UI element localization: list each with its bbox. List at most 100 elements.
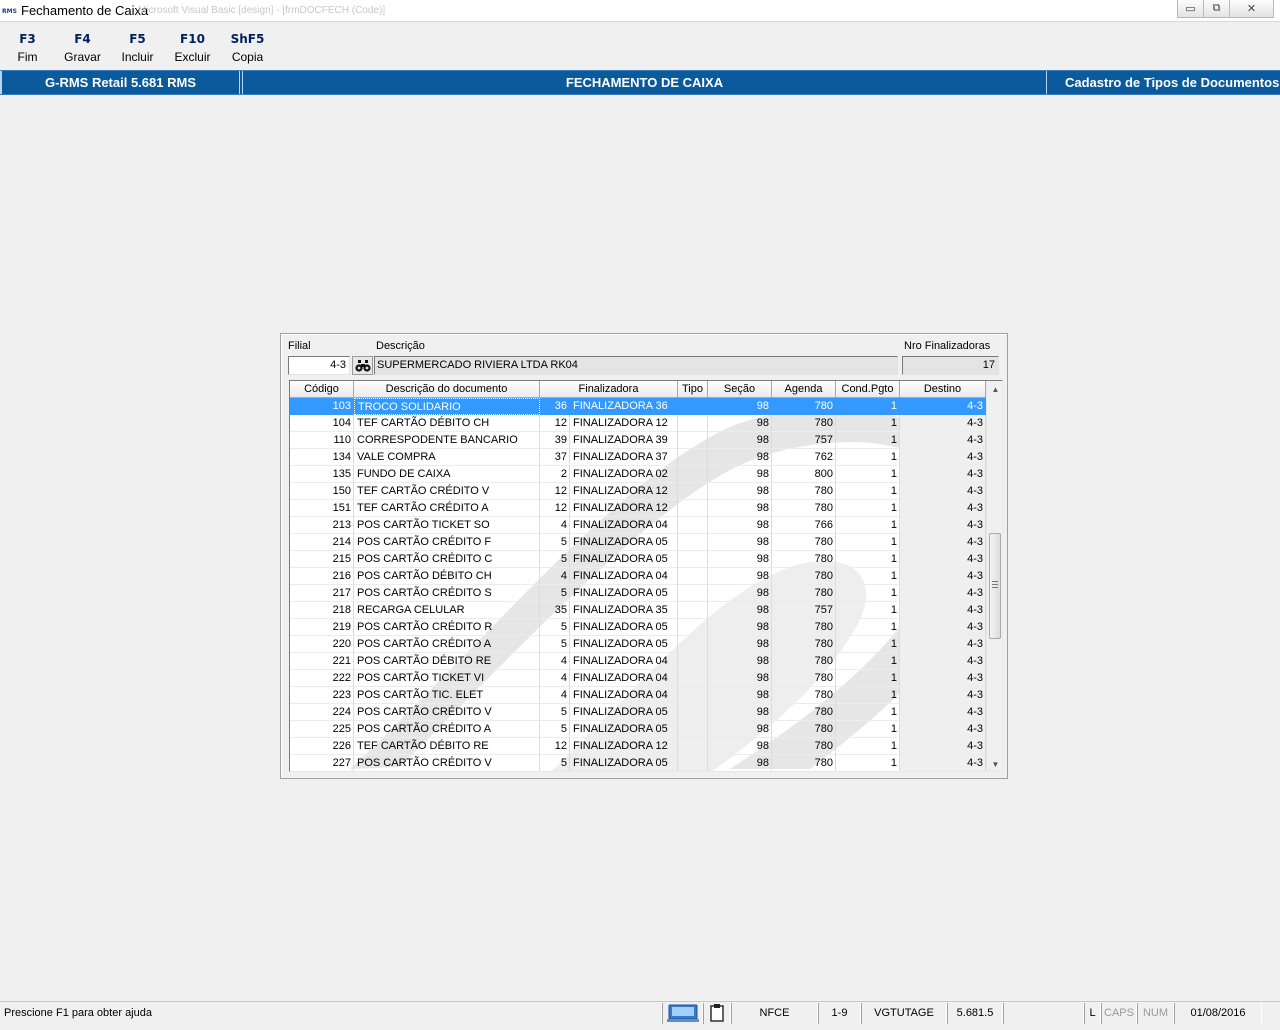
- cell-destino[interactable]: 4-3: [900, 721, 986, 738]
- cell-secao[interactable]: 98: [708, 466, 772, 483]
- cell-tipo[interactable]: [678, 483, 708, 500]
- cell-destino[interactable]: 4-3: [900, 500, 986, 517]
- table-row[interactable]: 223 POS CARTÃO TIC. ELET 4 FINALIZADORA 04 9…: [290, 687, 986, 704]
- cell-descricao[interactable]: POS CARTÃO TICKET SO: [354, 517, 540, 534]
- cell-destino[interactable]: 4-3: [900, 415, 986, 432]
- cell-descricao[interactable]: CORRESPODENTE BANCARIO: [354, 432, 540, 449]
- cell-tipo[interactable]: [678, 619, 708, 636]
- cell-agenda[interactable]: 780: [772, 704, 836, 721]
- cell-finalizadora-nome[interactable]: FINALIZADORA 04: [570, 687, 678, 704]
- col-descricao[interactable]: Descrição do documento: [354, 381, 540, 398]
- cell-finalizadora-nome[interactable]: FINALIZADORA 12: [570, 738, 678, 755]
- cell-secao[interactable]: 98: [708, 653, 772, 670]
- cell-descricao[interactable]: TEF CARTÃO DÉBITO CH: [354, 415, 540, 432]
- cell-cond-pgto[interactable]: 1: [836, 687, 900, 704]
- cell-agenda[interactable]: 780: [772, 738, 836, 755]
- cell-secao[interactable]: 98: [708, 636, 772, 653]
- cell-agenda[interactable]: 800: [772, 466, 836, 483]
- cell-cond-pgto[interactable]: 1: [836, 432, 900, 449]
- cell-finalizadora-numero[interactable]: 36: [540, 398, 570, 415]
- cell-secao[interactable]: 98: [708, 534, 772, 551]
- cell-finalizadora-nome[interactable]: FINALIZADORA 36: [570, 398, 678, 415]
- cell-agenda[interactable]: 780: [772, 755, 836, 771]
- cell-descricao[interactable]: VALE COMPRA: [354, 449, 540, 466]
- table-row[interactable]: 220 POS CARTÃO CRÉDITO A 5 FINALIZADORA 05 9…: [290, 636, 986, 653]
- cell-cond-pgto[interactable]: 1: [836, 670, 900, 687]
- cell-cond-pgto[interactable]: 1: [836, 619, 900, 636]
- cell-secao[interactable]: 98: [708, 449, 772, 466]
- cell-finalizadora-nome[interactable]: FINALIZADORA 12: [570, 500, 678, 517]
- cell-codigo[interactable]: 220: [290, 636, 354, 653]
- cell-secao[interactable]: 98: [708, 755, 772, 771]
- cell-destino[interactable]: 4-3: [900, 534, 986, 551]
- table-row[interactable]: 110 CORRESPODENTE BANCARIO 39 FINALIZADORA …: [290, 432, 986, 449]
- cell-destino[interactable]: 4-3: [900, 755, 986, 771]
- cell-finalizadora-nome[interactable]: FINALIZADORA 05: [570, 619, 678, 636]
- cell-destino[interactable]: 4-3: [900, 483, 986, 500]
- incluir-button[interactable]: F5 Incluir: [110, 30, 165, 68]
- cell-finalizadora-numero[interactable]: 12: [540, 483, 570, 500]
- cell-descricao[interactable]: POS CARTÃO CRÉDITO V: [354, 755, 540, 771]
- table-row[interactable]: 222 POS CARTÃO TICKET VI 4 FINALIZADORA 04 9…: [290, 670, 986, 687]
- cell-codigo[interactable]: 226: [290, 738, 354, 755]
- cell-finalizadora-nome[interactable]: FINALIZADORA 02: [570, 466, 678, 483]
- cell-codigo[interactable]: 222: [290, 670, 354, 687]
- cell-agenda[interactable]: 780: [772, 636, 836, 653]
- cell-secao[interactable]: 98: [708, 432, 772, 449]
- cell-finalizadora-nome[interactable]: FINALIZADORA 12: [570, 415, 678, 432]
- table-row[interactable]: 150 TEF CARTÃO CRÉDITO V 12 FINALIZADORA 12…: [290, 483, 986, 500]
- cell-destino[interactable]: 4-3: [900, 602, 986, 619]
- cell-codigo[interactable]: 110: [290, 432, 354, 449]
- cell-agenda[interactable]: 780: [772, 619, 836, 636]
- col-cond-pgto[interactable]: Cond.Pgto: [836, 381, 900, 398]
- cell-descricao[interactable]: POS CARTÃO CRÉDITO V: [354, 704, 540, 721]
- col-destino[interactable]: Destino: [900, 381, 986, 398]
- cell-secao[interactable]: 98: [708, 500, 772, 517]
- cell-agenda[interactable]: 780: [772, 415, 836, 432]
- cell-codigo[interactable]: 151: [290, 500, 354, 517]
- cell-destino[interactable]: 4-3: [900, 568, 986, 585]
- cell-cond-pgto[interactable]: 1: [836, 704, 900, 721]
- cell-secao[interactable]: 98: [708, 602, 772, 619]
- table-row[interactable]: 134 VALE COMPRA 37 FINALIZADORA 37 98 762 1 4-3: [290, 449, 986, 466]
- cell-finalizadora-numero[interactable]: 5: [540, 619, 570, 636]
- scroll-up-icon[interactable]: ▲: [987, 381, 1002, 398]
- cell-descricao[interactable]: RECARGA CELULAR: [354, 602, 540, 619]
- cell-descricao[interactable]: POS CARTÃO CRÉDITO C: [354, 551, 540, 568]
- cell-descricao[interactable]: TEF CARTÃO CRÉDITO V: [354, 483, 540, 500]
- cell-destino[interactable]: 4-3: [900, 398, 986, 415]
- cell-descricao[interactable]: POS CARTÃO TICKET VI: [354, 670, 540, 687]
- vertical-scrollbar[interactable]: ▲ ▼: [986, 381, 1002, 771]
- cell-destino[interactable]: 4-3: [900, 687, 986, 704]
- table-row[interactable]: 135 FUNDO DE CAIXA 2 FINALIZADORA 02 98 800 1 4…: [290, 466, 986, 483]
- cell-codigo[interactable]: 219: [290, 619, 354, 636]
- cell-finalizadora-numero[interactable]: 5: [540, 721, 570, 738]
- cell-secao[interactable]: 98: [708, 568, 772, 585]
- cell-cond-pgto[interactable]: 1: [836, 415, 900, 432]
- cell-finalizadora-numero[interactable]: 2: [540, 466, 570, 483]
- cell-cond-pgto[interactable]: 1: [836, 500, 900, 517]
- cell-descricao[interactable]: POS CARTÃO CRÉDITO R: [354, 619, 540, 636]
- col-codigo[interactable]: Código: [290, 381, 354, 398]
- cell-codigo[interactable]: 221: [290, 653, 354, 670]
- table-row[interactable]: 224 POS CARTÃO CRÉDITO V 5 FINALIZADORA 05 9…: [290, 704, 986, 721]
- cell-agenda[interactable]: 780: [772, 670, 836, 687]
- cell-cond-pgto[interactable]: 1: [836, 602, 900, 619]
- cell-finalizadora-numero[interactable]: 4: [540, 687, 570, 704]
- cell-finalizadora-nome[interactable]: FINALIZADORA 39: [570, 432, 678, 449]
- close-button[interactable]: ✕: [1229, 0, 1274, 18]
- cell-agenda[interactable]: 780: [772, 568, 836, 585]
- cell-tipo[interactable]: [678, 449, 708, 466]
- cell-codigo[interactable]: 103: [290, 398, 354, 415]
- cell-secao[interactable]: 98: [708, 738, 772, 755]
- cell-cond-pgto[interactable]: 1: [836, 636, 900, 653]
- col-tipo[interactable]: Tipo: [678, 381, 708, 398]
- cell-finalizadora-nome[interactable]: FINALIZADORA 04: [570, 568, 678, 585]
- table-row[interactable]: 225 POS CARTÃO CRÉDITO A 5 FINALIZADORA 05 9…: [290, 721, 986, 738]
- cell-tipo[interactable]: [678, 755, 708, 771]
- cell-secao[interactable]: 98: [708, 585, 772, 602]
- cell-destino[interactable]: 4-3: [900, 653, 986, 670]
- cell-finalizadora-nome[interactable]: FINALIZADORA 05: [570, 585, 678, 602]
- cell-agenda[interactable]: 780: [772, 398, 836, 415]
- cell-tipo[interactable]: [678, 602, 708, 619]
